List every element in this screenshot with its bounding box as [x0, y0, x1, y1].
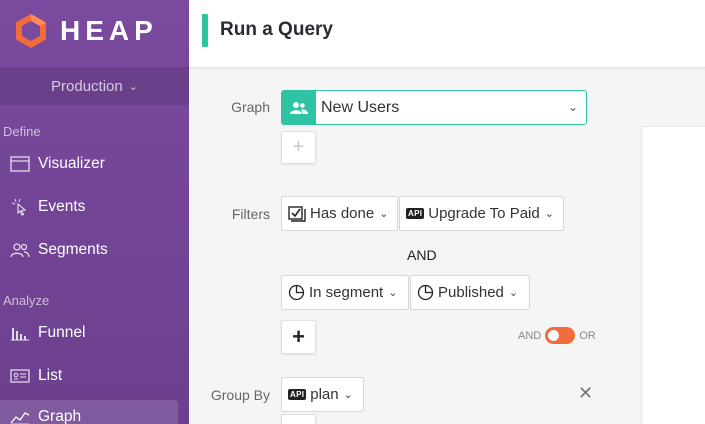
add-graph-button[interactable]: +: [281, 131, 316, 164]
window-icon: [10, 154, 30, 174]
sidebar-item-segments[interactable]: Segments: [0, 233, 178, 267]
filter-event-select[interactable]: API Upgrade To Paid ⌄: [399, 196, 564, 231]
group-by-select[interactable]: API plan ⌄: [281, 377, 364, 412]
sidebar-item-list[interactable]: List: [0, 359, 178, 393]
filter-condition-value: Has done: [310, 205, 375, 222]
sidebar-item-label: Segments: [38, 241, 108, 258]
toggle-right-label: OR: [579, 329, 596, 342]
funnel-bars-icon: [10, 323, 30, 343]
section-analyze: Analyze: [3, 293, 50, 308]
list-card-icon: [10, 366, 30, 386]
toggle-knob: [548, 330, 560, 341]
filter-joiner: AND: [407, 247, 437, 263]
heap-logo[interactable]: HEAP: [14, 11, 158, 51]
api-badge-icon: API: [406, 208, 425, 219]
chevron-down-icon: ⌄: [128, 80, 138, 93]
line-graph-icon: [10, 407, 30, 424]
filters-label: Filters: [231, 206, 270, 222]
page-header: Run a Query: [189, 0, 705, 68]
api-badge-icon: API: [288, 389, 307, 400]
group-by-label: Group By: [210, 387, 270, 403]
filter2-condition-select[interactable]: In segment ⌄: [281, 275, 409, 310]
sidebar-item-label: Events: [38, 198, 86, 215]
environment-label: Production: [51, 77, 123, 95]
pie-chart-icon: [417, 284, 434, 301]
cursor-click-icon: [10, 197, 30, 217]
chevron-down-icon: ⌄: [508, 287, 519, 299]
plus-icon: +: [292, 324, 305, 349]
sidebar-item-funnel[interactable]: Funnel: [0, 316, 178, 350]
group-by-value: plan: [310, 386, 339, 403]
sidebar-item-visualizer[interactable]: Visualizer: [0, 147, 178, 181]
users-icon: [10, 240, 30, 260]
chevron-down-icon: ⌄: [567, 100, 578, 114]
header-accent-bar: [202, 14, 208, 47]
filter-condition-select[interactable]: Has done ⌄: [281, 196, 398, 231]
chevron-down-icon: ⌄: [379, 208, 389, 220]
results-panel: [641, 126, 705, 424]
toggle-left-label: AND: [518, 329, 542, 342]
section-define: Define: [3, 124, 41, 139]
chevron-down-icon: ⌄: [544, 208, 554, 220]
add-filter-button[interactable]: +: [281, 320, 316, 354]
chevron-down-icon: ⌄: [388, 287, 398, 299]
sidebar-item-label: Funnel: [38, 324, 86, 341]
sidebar-item-label: Visualizer: [38, 155, 105, 172]
heap-logo-icon: [16, 14, 46, 48]
sidebar: HEAP Production ⌄ Define Visualizer Even…: [0, 0, 189, 424]
checkbox-stack-icon: [288, 205, 306, 222]
sidebar-item-graph[interactable]: Graph: [0, 400, 178, 424]
toggle-switch[interactable]: [545, 327, 576, 344]
environment-selector[interactable]: Production ⌄: [0, 67, 189, 105]
filter2-condition-value: In segment: [309, 284, 384, 301]
brand-name: HEAP: [60, 15, 158, 46]
close-icon[interactable]: ✕: [578, 383, 593, 404]
chevron-down-icon: ⌄: [343, 389, 353, 401]
graph-select[interactable]: New Users ⌄: [281, 90, 587, 125]
filter2-segment-select[interactable]: Published ⌄: [410, 275, 530, 310]
filter2-segment-value: Published: [438, 284, 504, 301]
filter-event-value: Upgrade To Paid: [428, 205, 540, 222]
pie-chart-icon: [288, 284, 305, 301]
graph-select-value: New Users: [321, 98, 400, 116]
and-or-toggle[interactable]: AND OR: [518, 327, 596, 344]
page-title: Run a Query: [220, 19, 333, 40]
sidebar-item-label: List: [38, 367, 63, 384]
sidebar-item-label: Graph: [38, 408, 82, 424]
sidebar-item-events[interactable]: Events: [0, 190, 178, 224]
users-icon: [282, 91, 316, 124]
plus-icon: +: [292, 136, 305, 158]
graph-label: Graph: [231, 99, 270, 115]
add-group-button[interactable]: [281, 414, 316, 424]
